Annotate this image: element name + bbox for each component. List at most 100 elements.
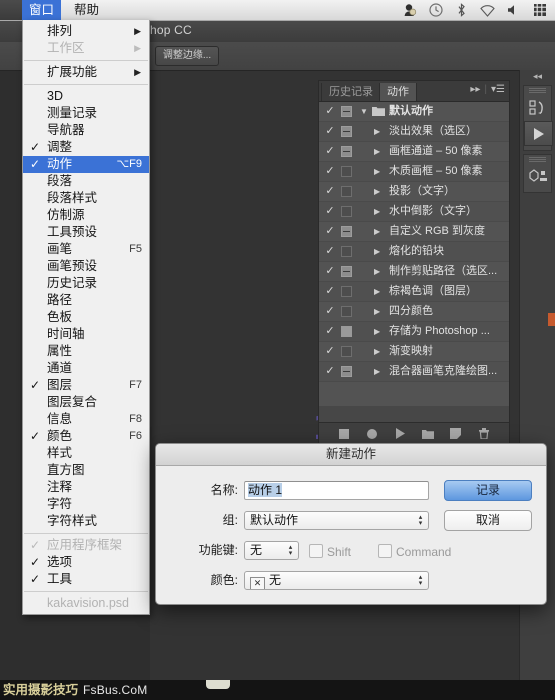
history-icon[interactable] — [524, 96, 551, 119]
menu-item-clone-source[interactable]: 仿制源 — [23, 207, 149, 224]
menu-item-histogram[interactable]: 直方图 — [23, 462, 149, 479]
expand-triangle-right-icon[interactable]: ▶ — [374, 302, 380, 321]
new-set-icon[interactable] — [421, 427, 434, 440]
new-action-icon[interactable] — [449, 427, 462, 440]
panel-menu-icon[interactable]: ▾☰ — [491, 84, 505, 95]
color-select[interactable]: ✕无 ▴▾ — [244, 571, 429, 590]
action-row[interactable]: ✓ ▶ 水中倒影（文字） — [319, 202, 509, 222]
action-enabled-checkmark[interactable]: ✓ — [324, 222, 336, 241]
action-set-row[interactable]: ✓ ▼ 默认动作 — [319, 102, 509, 122]
action-row[interactable]: ✓ ▶ 画框通道 – 50 像素 — [319, 142, 509, 162]
menu-item-3d[interactable]: 3D — [23, 88, 149, 105]
menu-item-arrange[interactable]: 排列 ▶ — [23, 23, 149, 40]
menu-item-paths[interactable]: 路径 — [23, 292, 149, 309]
expand-triangle-right-icon[interactable]: ▶ — [374, 162, 380, 181]
action-dialog-toggle[interactable] — [341, 246, 352, 257]
action-dialog-toggle[interactable] — [341, 326, 352, 337]
menu-item-adjustments[interactable]: ✓调整 — [23, 139, 149, 156]
tab-history[interactable]: 历史记录 — [321, 83, 381, 101]
menubar-help[interactable]: 帮助 — [67, 0, 106, 20]
tab-actions[interactable]: 动作 — [379, 83, 417, 101]
bluetooth-icon[interactable] — [454, 3, 469, 18]
action-enabled-checkmark[interactable]: ✓ — [324, 242, 336, 261]
volume-icon[interactable] — [506, 3, 521, 18]
action-row[interactable]: ✓ ▶ 制作剪贴路径（选区... — [319, 262, 509, 282]
dock-grip[interactable] — [529, 157, 546, 162]
menu-item-navigator[interactable]: 导航器 — [23, 122, 149, 139]
action-row[interactable]: ✓ ▶ 淡出效果（选区） — [319, 122, 509, 142]
action-row[interactable]: ✓ ▶ 自定义 RGB 到灰度 — [319, 222, 509, 242]
action-dialog-toggle[interactable] — [341, 266, 352, 277]
action-enabled-checkmark[interactable]: ✓ — [324, 262, 336, 281]
record-icon[interactable] — [365, 427, 378, 440]
stepper-arrows-icon[interactable]: ▴▾ — [416, 573, 425, 588]
menu-item-swatches[interactable]: 色板 — [23, 309, 149, 326]
action-row[interactable]: ✓ ▶ 棕褐色调（图层） — [319, 282, 509, 302]
menu-item-measurement-log[interactable]: 测量记录 — [23, 105, 149, 122]
action-enabled-checkmark[interactable]: ✓ — [324, 282, 336, 301]
action-dialog-toggle[interactable] — [341, 106, 352, 117]
stepper-arrows-icon[interactable]: ▴▾ — [416, 513, 425, 528]
collapse-panel-icon[interactable]: ▸▸ — [470, 84, 480, 95]
command-checkbox[interactable]: Command — [378, 544, 451, 559]
action-dialog-toggle[interactable] — [341, 366, 352, 377]
expand-triangle-right-icon[interactable]: ▶ — [374, 282, 380, 301]
action-dialog-toggle[interactable] — [341, 306, 352, 317]
stepper-arrows-icon[interactable]: ▴▾ — [286, 543, 295, 558]
menu-item-tool-presets[interactable]: 工具预设 — [23, 224, 149, 241]
action-enabled-checkmark[interactable]: ✓ — [324, 202, 336, 221]
action-name-input[interactable]: 动作 1 — [244, 481, 429, 500]
expand-triangle-right-icon[interactable]: ▶ — [374, 262, 380, 281]
wifi-icon[interactable] — [480, 3, 495, 18]
menu-item-layers[interactable]: ✓图层F7 — [23, 377, 149, 394]
action-dialog-toggle[interactable] — [341, 166, 352, 177]
menu-item-brush[interactable]: 画笔F5 — [23, 241, 149, 258]
action-dialog-toggle[interactable] — [341, 226, 352, 237]
action-enabled-checkmark[interactable]: ✓ — [324, 342, 336, 361]
menu-item-properties[interactable]: 属性 — [23, 343, 149, 360]
menu-item-paragraph[interactable]: 段落 — [23, 173, 149, 190]
menu-item-styles[interactable]: 样式 — [23, 445, 149, 462]
play-icon[interactable] — [393, 427, 406, 440]
action-dialog-toggle[interactable] — [341, 206, 352, 217]
play-panel-icon[interactable] — [524, 121, 553, 146]
action-enabled-checkmark[interactable]: ✓ — [324, 102, 336, 121]
expand-triangle-right-icon[interactable]: ▶ — [374, 122, 380, 141]
action-row[interactable]: ✓ ▶ 渐变映射 — [319, 342, 509, 362]
menu-item-character[interactable]: 字符 — [23, 496, 149, 513]
user-account-icon[interactable] — [402, 3, 417, 18]
action-enabled-checkmark[interactable]: ✓ — [324, 322, 336, 341]
window-menu-dropdown[interactable]: 排列 ▶ 工作区 ▶ 扩展功能 ▶ 3D 测量记录 导航器 ✓调整 ✓动作⌥F9… — [22, 20, 150, 615]
expand-triangle-right-icon[interactable]: ▶ — [374, 242, 380, 261]
menu-item-brush-presets[interactable]: 画笔预设 — [23, 258, 149, 275]
action-enabled-checkmark[interactable]: ✓ — [324, 142, 336, 161]
action-dialog-toggle[interactable] — [341, 346, 352, 357]
action-dialog-toggle[interactable] — [341, 186, 352, 197]
action-enabled-checkmark[interactable]: ✓ — [324, 362, 336, 381]
stop-icon[interactable] — [337, 427, 350, 440]
menu-item-extensions[interactable]: 扩展功能 ▶ — [23, 64, 149, 81]
expand-triangle-right-icon[interactable]: ▶ — [374, 222, 380, 241]
shift-checkbox[interactable]: Shift — [309, 544, 351, 559]
menu-item-application-frame[interactable]: ✓应用程序框架 — [23, 537, 149, 554]
dock-orange-tab-indicator[interactable] — [548, 313, 555, 326]
menu-item-paragraph-styles[interactable]: 段落样式 — [23, 190, 149, 207]
refine-edge-button[interactable]: 调整边缘... — [155, 46, 219, 66]
expand-triangle-right-icon[interactable]: ▶ — [374, 202, 380, 221]
action-row[interactable]: ✓ ▶ 木质画框 – 50 像素 — [319, 162, 509, 182]
action-dialog-toggle[interactable] — [341, 286, 352, 297]
actions-list[interactable]: ✓ ▼ 默认动作 ✓ ▶ 淡出效果（选区） ✓ ▶ 画框通道 – 50 像素 — [319, 102, 509, 406]
action-row[interactable]: ✓ ▶ 投影（文字） — [319, 182, 509, 202]
menu-item-history[interactable]: 历史记录 — [23, 275, 149, 292]
menu-item-workspace[interactable]: 工作区 ▶ — [23, 40, 149, 57]
dock-collapse-icon[interactable]: ◂◂ — [520, 70, 555, 82]
menu-item-options[interactable]: ✓选项 — [23, 554, 149, 571]
menu-item-color[interactable]: ✓颜色F6 — [23, 428, 149, 445]
action-enabled-checkmark[interactable]: ✓ — [324, 182, 336, 201]
action-row[interactable]: ✓ ▶ 存储为 Photoshop ... — [319, 322, 509, 342]
menu-item-timeline[interactable]: 时间轴 — [23, 326, 149, 343]
delete-icon[interactable] — [477, 427, 490, 440]
menu-item-open-document[interactable]: kakavision.psd — [23, 595, 149, 612]
action-row[interactable]: ✓ ▶ 混合器画笔克隆绘图... — [319, 362, 509, 382]
action-row[interactable]: ✓ ▶ 熔化的铅块 — [319, 242, 509, 262]
